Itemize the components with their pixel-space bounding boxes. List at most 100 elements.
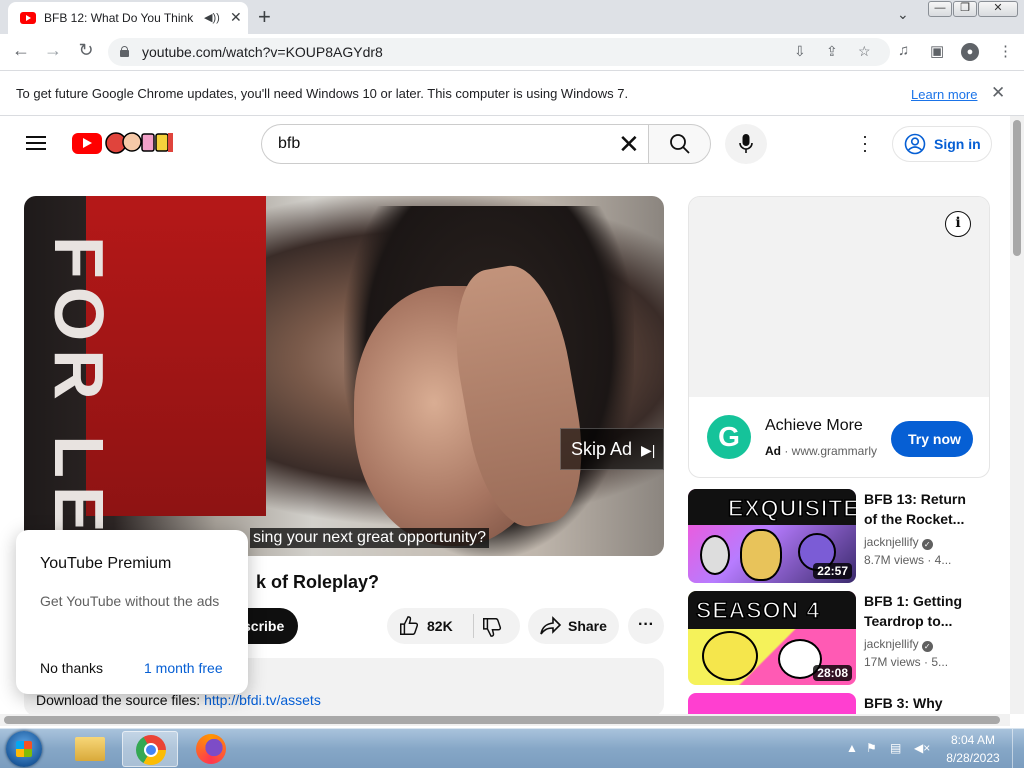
- taskbar-chrome[interactable]: [122, 731, 178, 767]
- speaker-icon[interactable]: ◀)): [204, 11, 220, 24]
- video-title: k of Roleplay?: [256, 572, 380, 592]
- skip-ad-label: Skip Ad: [571, 439, 633, 459]
- install-app-icon[interactable]: ⇩: [794, 43, 806, 60]
- tab-close-icon[interactable]: ✕: [230, 9, 242, 26]
- share-page-icon[interactable]: ⇪: [826, 43, 838, 60]
- video-player[interactable]: FOR LEA Skip Ad ▶| sing your next great …: [24, 196, 664, 556]
- video-duration: 28:08: [813, 665, 852, 681]
- video-thumbnail[interactable]: SEASON 4 28:08: [688, 591, 856, 685]
- profile-avatar-icon[interactable]: ●: [961, 43, 979, 61]
- vertical-scrollbar[interactable]: [1010, 116, 1024, 714]
- grammarly-logo-icon[interactable]: G: [707, 415, 751, 459]
- show-desktop-button[interactable]: [1012, 729, 1024, 768]
- forward-arrow-icon[interactable]: →: [41, 40, 65, 61]
- recommendation-item[interactable]: EXQUISITE 22:57 BFB 13: Return of the Ro…: [688, 489, 988, 585]
- thumbs-down-icon[interactable]: [481, 616, 503, 638]
- lock-icon[interactable]: [120, 46, 129, 57]
- sign-in-button[interactable]: Sign in: [892, 126, 992, 162]
- skip-next-icon: ▶|: [641, 442, 656, 458]
- search-value[interactable]: bfb: [278, 135, 300, 153]
- recommendation-title[interactable]: BFB 13: Return of the Rocket...: [864, 489, 982, 529]
- minimize-window-button[interactable]: —: [928, 1, 952, 17]
- premium-title: YouTube Premium: [40, 555, 172, 572]
- thumbnail-text: EXQUISITE: [727, 494, 856, 522]
- description-link[interactable]: http://bfdi.tv/assets: [204, 692, 321, 708]
- thumbnail-character: [740, 529, 782, 581]
- tab-strip: BFB 12: What Do You Think of Roleplay? ◀…: [0, 0, 1024, 34]
- thumbs-up-icon[interactable]: [398, 615, 420, 637]
- browser-tab-active[interactable]: BFB 12: What Do You Think of Roleplay? ◀…: [8, 2, 248, 34]
- network-icon[interactable]: ▤: [890, 741, 901, 755]
- infobar-close-icon[interactable]: ✕: [991, 83, 1005, 103]
- folder-icon: [75, 737, 105, 761]
- like-count[interactable]: 82K: [427, 618, 453, 634]
- recommendation-item[interactable]: BFB 3: Why: [688, 693, 988, 715]
- reload-icon[interactable]: ↻: [74, 40, 98, 61]
- clock-time[interactable]: 8:04 AM: [942, 733, 1004, 747]
- voice-search-button[interactable]: [725, 124, 767, 164]
- new-tab-plus-icon[interactable]: +: [258, 4, 271, 30]
- taskbar-firefox[interactable]: [183, 731, 239, 767]
- no-thanks-button[interactable]: No thanks: [40, 660, 103, 676]
- sidebar-ad[interactable]: i G Achieve More Ad · www.grammarly Try …: [688, 196, 990, 478]
- media-control-icon[interactable]: ♫: [898, 42, 909, 59]
- recommendation-title[interactable]: BFB 3: Why: [864, 693, 982, 713]
- restore-window-button[interactable]: ❐: [953, 1, 977, 17]
- start-orb-icon[interactable]: [6, 731, 42, 767]
- video-thumbnail[interactable]: EXQUISITE 22:57: [688, 489, 856, 583]
- description-text: Download the source files: http://bfdi.t…: [36, 692, 321, 708]
- address-bar[interactable]: youtube.com/watch?v=KOUP8AGYdr8 ⇩ ⇪ ☆: [108, 38, 890, 66]
- share-button[interactable]: Share: [528, 608, 619, 644]
- video-thumbnail[interactable]: [688, 693, 856, 715]
- premium-subtitle: Get YouTube without the ads: [40, 593, 220, 609]
- clock-date[interactable]: 8/28/2023: [942, 751, 1004, 765]
- share-arrow-icon: [540, 616, 562, 635]
- ad-badge: Ad: [765, 444, 781, 458]
- bookmark-star-icon[interactable]: ☆: [858, 43, 871, 60]
- action-center-flag-icon[interactable]: ⚑: [866, 741, 877, 755]
- guide-menu-icon[interactable]: [26, 135, 46, 151]
- more-actions-icon[interactable]: ···: [628, 608, 664, 644]
- try-now-button[interactable]: Try now: [891, 421, 973, 457]
- free-trial-button[interactable]: 1 month free: [144, 660, 223, 676]
- search-input[interactable]: bfb ✕: [261, 124, 649, 164]
- side-panel-icon[interactable]: ▣: [930, 42, 944, 60]
- channel-name[interactable]: jacknjellify: [864, 535, 919, 549]
- infobar-message: To get future Google Chrome updates, you…: [16, 86, 629, 101]
- settings-kebab-icon[interactable]: · · ·: [856, 127, 874, 159]
- recommendation-item[interactable]: SEASON 4 28:08 BFB 1: Getting Teardrop t…: [688, 591, 988, 687]
- ad-info-icon[interactable]: i: [945, 211, 971, 237]
- volume-muted-icon[interactable]: ◀×: [914, 741, 930, 755]
- tab-search-chevron-icon[interactable]: ⌄: [897, 6, 909, 23]
- skip-ad-button[interactable]: Skip Ad ▶|: [560, 428, 664, 470]
- firefox-icon: [196, 734, 226, 764]
- search-button[interactable]: [648, 124, 711, 164]
- youtube-favicon-icon: [20, 12, 36, 24]
- like-dislike-bar: 82K: [387, 608, 520, 644]
- chrome-icon: [136, 735, 166, 765]
- taskbar-explorer[interactable]: [61, 731, 117, 767]
- url-text[interactable]: youtube.com/watch?v=KOUP8AGYdr8: [142, 44, 383, 60]
- chrome-update-infobar: To get future Google Chrome updates, you…: [0, 72, 1024, 116]
- vertical-scroll-thumb[interactable]: [1013, 120, 1021, 256]
- verified-check-icon: ✓: [921, 641, 933, 652]
- search-icon: [670, 134, 690, 154]
- recommendation-title[interactable]: BFB 1: Getting Teardrop to...: [864, 591, 982, 631]
- learn-more-link[interactable]: Learn more: [911, 87, 977, 102]
- microphone-icon: [739, 134, 753, 153]
- youtube-logo-icon[interactable]: [72, 133, 102, 154]
- back-arrow-icon[interactable]: ←: [9, 40, 33, 61]
- horizontal-scroll-thumb[interactable]: [4, 716, 1000, 724]
- close-window-button[interactable]: ✕: [978, 1, 1018, 17]
- show-hidden-icons-chevron-icon[interactable]: ▲: [846, 741, 858, 755]
- channel-name[interactable]: jacknjellify: [864, 637, 919, 651]
- youtube-doodle-icon[interactable]: [104, 130, 174, 156]
- verified-check-icon: ✓: [921, 539, 933, 550]
- ad-headline[interactable]: Achieve More: [765, 417, 863, 435]
- ad-domain: www.grammarly: [791, 444, 878, 458]
- recommendation-channel[interactable]: jacknjellify ✓: [864, 535, 933, 550]
- chrome-menu-kebab-icon[interactable]: ⋮: [998, 42, 1013, 60]
- horizontal-scrollbar[interactable]: [0, 714, 1010, 726]
- clear-search-icon[interactable]: ✕: [618, 129, 640, 160]
- recommendation-channel[interactable]: jacknjellify ✓: [864, 637, 933, 652]
